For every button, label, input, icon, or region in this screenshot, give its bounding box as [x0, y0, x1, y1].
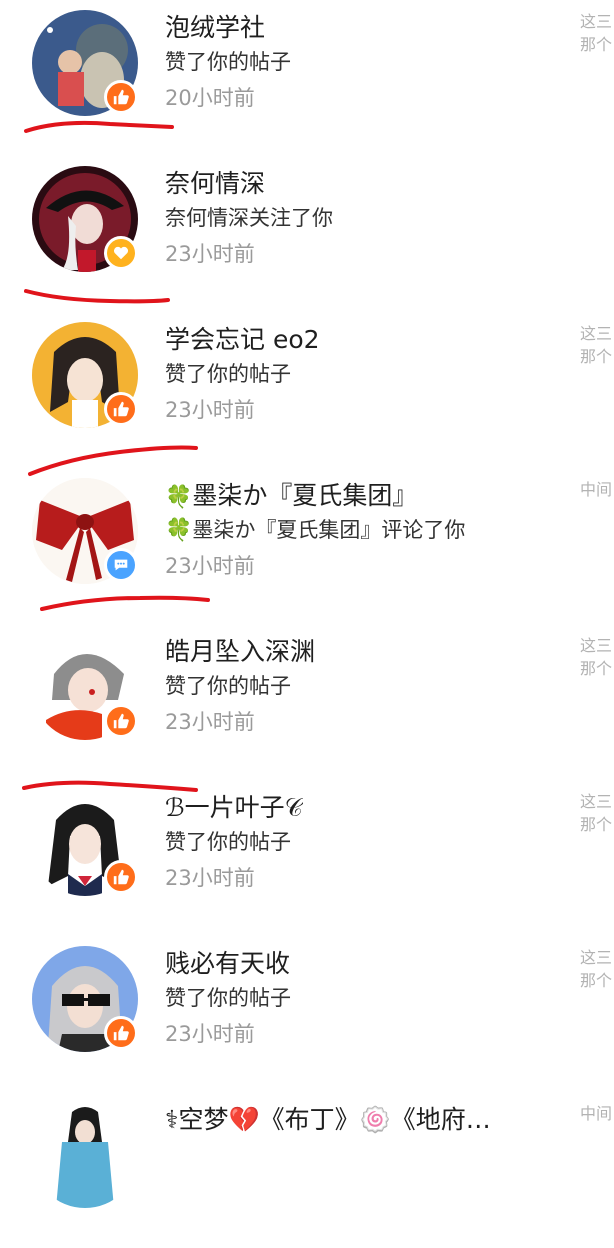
- post-preview[interactable]: 这三 那个: [580, 10, 614, 56]
- post-preview[interactable]: 这三 那个: [580, 946, 614, 992]
- notification-list: 泡绒学社 赞了你的帖子 20小时前 这三 那个 奈何情深 奈何情深关注了你 23…: [0, 0, 614, 1208]
- clover-icon: 🍀: [165, 518, 193, 543]
- preview-line: 那个: [580, 35, 613, 54]
- preview-line: 那个: [580, 659, 613, 678]
- user-name[interactable]: 贱必有天收: [165, 944, 290, 980]
- user-name-text: 墨柒か『夏氏集团』: [192, 481, 418, 510]
- user-name[interactable]: 🍀墨柒か『夏氏集团』: [165, 476, 417, 512]
- like-badge-icon: [104, 392, 138, 426]
- preview-line: 这三: [580, 948, 613, 967]
- action-text-content: 墨柒か『夏氏集团』评论了你: [192, 518, 466, 542]
- notification-item[interactable]: 贱必有天收 赞了你的帖子 23小时前 这三 那个: [0, 936, 614, 1092]
- timestamp: 23小时前: [165, 710, 255, 734]
- like-badge-icon: [104, 1016, 138, 1050]
- comment-badge-icon: [104, 548, 138, 582]
- notification-item[interactable]: ⚕空梦💔《布丁》🍥《地府… 中间: [0, 1092, 614, 1248]
- timestamp: 23小时前: [165, 242, 255, 266]
- user-name[interactable]: ⚕空梦💔《布丁》🍥《地府…: [165, 1100, 491, 1136]
- preview-line: 中间: [580, 480, 613, 499]
- user-name[interactable]: ℬ一片叶子𝒞: [165, 788, 303, 824]
- clover-icon: 🍀: [165, 485, 193, 510]
- post-preview[interactable]: 中间: [580, 1102, 614, 1125]
- like-badge-icon: [104, 80, 138, 114]
- preview-line: 这三: [580, 792, 613, 811]
- action-text: 赞了你的帖子: [165, 362, 291, 386]
- preview-line: 这三: [580, 636, 613, 655]
- user-name[interactable]: 皓月坠入深渊: [165, 632, 315, 668]
- user-name[interactable]: 奈何情深: [165, 164, 265, 200]
- preview-line: 那个: [580, 971, 613, 990]
- preview-line: 这三: [580, 12, 613, 31]
- notification-item[interactable]: 🍀墨柒か『夏氏集团』 🍀墨柒か『夏氏集团』评论了你 23小时前 中间: [0, 468, 614, 624]
- action-text: 赞了你的帖子: [165, 674, 291, 698]
- timestamp: 23小时前: [165, 1022, 255, 1046]
- action-text: 奈何情深关注了你: [165, 206, 333, 230]
- follow-badge-icon: [104, 236, 138, 270]
- preview-line: 那个: [580, 815, 613, 834]
- notification-item[interactable]: ℬ一片叶子𝒞 赞了你的帖子 23小时前 这三 那个: [0, 780, 614, 936]
- like-badge-icon: [104, 860, 138, 894]
- user-name[interactable]: 学会忘记 eo2: [165, 320, 320, 356]
- post-preview[interactable]: 这三 那个: [580, 322, 614, 368]
- action-text: 赞了你的帖子: [165, 986, 291, 1010]
- notification-item[interactable]: 奈何情深 奈何情深关注了你 23小时前: [0, 156, 614, 312]
- user-name[interactable]: 泡绒学社: [165, 8, 265, 44]
- preview-line: 中间: [580, 1104, 613, 1123]
- post-preview[interactable]: 这三 那个: [580, 634, 614, 680]
- post-preview[interactable]: 这三 那个: [580, 790, 614, 836]
- timestamp: 23小时前: [165, 398, 255, 422]
- preview-line: 这三: [580, 324, 613, 343]
- notification-item[interactable]: 学会忘记 eo2 赞了你的帖子 23小时前 这三 那个: [0, 312, 614, 468]
- action-text: 赞了你的帖子: [165, 830, 291, 854]
- post-preview[interactable]: 中间: [580, 478, 614, 501]
- timestamp: 23小时前: [165, 866, 255, 890]
- avatar[interactable]: [32, 1102, 138, 1208]
- notification-item[interactable]: 泡绒学社 赞了你的帖子 20小时前 这三 那个: [0, 0, 614, 156]
- timestamp: 20小时前: [165, 86, 255, 110]
- notification-item[interactable]: 皓月坠入深渊 赞了你的帖子 23小时前 这三 那个: [0, 624, 614, 780]
- action-text: 🍀墨柒か『夏氏集团』评论了你: [165, 514, 465, 544]
- timestamp: 23小时前: [165, 554, 255, 578]
- preview-line: 那个: [580, 347, 613, 366]
- action-text: 赞了你的帖子: [165, 50, 291, 74]
- like-badge-icon: [104, 704, 138, 738]
